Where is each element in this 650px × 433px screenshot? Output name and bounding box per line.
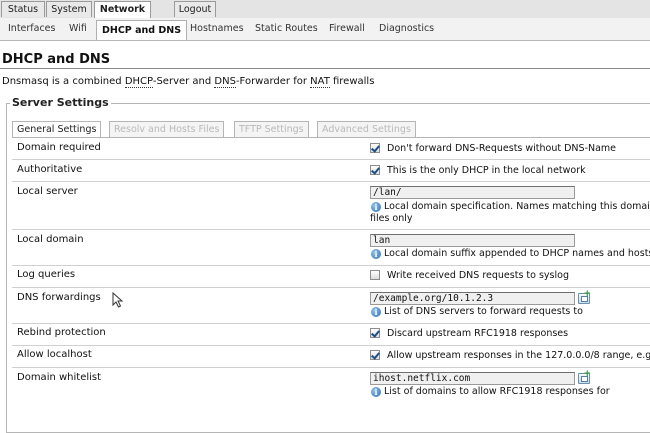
allow-localhost-checkbox[interactable]: [370, 350, 380, 360]
rebind-protection-description: Discard upstream RFC1918 responses: [387, 328, 569, 339]
section-tab-advanced-settings[interactable]: Advanced Settings: [317, 121, 416, 137]
domain-whitelist-label: Domain whitelist: [17, 372, 102, 383]
local-server-label: Local server: [17, 186, 78, 197]
sub-tab-firewall[interactable]: Firewall: [329, 23, 365, 35]
sub-tab-wifi[interactable]: Wifi: [69, 23, 87, 35]
allow-localhost-label: Allow localhost: [17, 349, 92, 360]
setting-row-local-domain: Local domain i Local domain suffix appen…: [12, 230, 650, 266]
top-tab-status[interactable]: Status: [1, 1, 45, 17]
domain-required-checkbox[interactable]: [370, 143, 380, 153]
rebind-protection-checkbox[interactable]: [370, 328, 380, 338]
local-domain-help: Local domain suffix appended to DHCP nam…: [384, 248, 650, 259]
top-tab-system[interactable]: System: [46, 1, 92, 17]
dns-forwardings-label: DNS forwardings: [17, 292, 101, 303]
desc-mid2: -Forwarder for: [235, 76, 311, 87]
sub-tab-hostnames[interactable]: Hostnames: [190, 23, 244, 35]
info-icon: i: [371, 387, 381, 397]
sub-tab-dhcp-and-dns[interactable]: DHCP and DNS: [96, 20, 188, 40]
domain-required-description: Don't forward DNS-Requests without DNS-N…: [387, 143, 617, 154]
dns-forwardings-input[interactable]: [370, 292, 575, 305]
desc-prefix: Dnsmasq is a combined: [2, 76, 125, 87]
setting-row-domain-required: Domain required Don't forward DNS-Reques…: [12, 138, 650, 160]
local-domain-input[interactable]: [370, 234, 575, 247]
top-tab-logout[interactable]: Logout: [174, 1, 216, 17]
sub-tab-static-routes[interactable]: Static Routes: [255, 23, 318, 35]
authoritative-label: Authoritative: [17, 164, 83, 175]
desc-dns-abbr: DNS: [214, 76, 236, 88]
info-icon: i: [371, 307, 381, 317]
info-icon: i: [371, 249, 381, 259]
page-description: Dnsmasq is a combined DHCP-Server and DN…: [2, 76, 375, 88]
setting-row-dns-forwardings: DNS forwardings i List of DNS servers to…: [12, 288, 650, 324]
desc-nat-abbr: NAT: [310, 76, 330, 88]
log-queries-description: Write received DNS requests to syslog: [387, 270, 569, 281]
section-tab-resolv-and-hosts-files[interactable]: Resolv and Hosts Files: [109, 121, 225, 137]
local-server-help-continued: files only: [370, 213, 413, 224]
allow-localhost-description: Allow upstream responses in the 127.0.0.…: [387, 350, 650, 361]
server-settings-legend: Server Settings: [10, 96, 111, 109]
top-tab-network[interactable]: Network: [94, 1, 151, 19]
local-domain-label: Local domain: [17, 234, 84, 245]
info-icon: i: [371, 202, 381, 212]
top-navigation: Status System Network Logout: [0, 0, 650, 19]
mouse-pointer-icon: [112, 292, 124, 308]
setting-row-log-queries: Log queries Write received DNS requests …: [12, 266, 650, 288]
dns-forwardings-help: List of DNS servers to forward requests …: [384, 306, 583, 317]
local-server-help: Local domain specification. Names matchi…: [384, 201, 650, 212]
setting-row-rebind-protection: Rebind protection Discard upstream RFC19…: [12, 324, 650, 346]
desc-dhcp-abbr: DHCP: [124, 76, 153, 88]
section-tab-general-settings[interactable]: General Settings: [12, 121, 102, 138]
section-tab-tftp-settings[interactable]: TFTP Settings: [234, 121, 309, 137]
authoritative-checkbox[interactable]: [370, 165, 380, 175]
rebind-protection-label: Rebind protection: [17, 327, 106, 338]
title-divider: [0, 68, 650, 69]
domain-whitelist-help: List of domains to allow RFC1918 respons…: [384, 386, 610, 397]
setting-row-allow-localhost: Allow localhost Allow upstream responses…: [12, 346, 650, 368]
setting-row-authoritative: Authoritative This is the only DHCP in t…: [12, 160, 650, 182]
domain-whitelist-input[interactable]: [370, 372, 575, 385]
page-title: DHCP and DNS: [2, 52, 111, 67]
sub-navigation: Interfaces Wifi DHCP and DNS Hostnames S…: [0, 18, 650, 41]
add-entry-icon[interactable]: [578, 289, 591, 304]
log-queries-label: Log queries: [17, 269, 76, 280]
domain-required-label: Domain required: [17, 142, 101, 153]
desc-suffix: firewalls: [329, 76, 375, 87]
log-queries-checkbox[interactable]: [370, 270, 380, 280]
sub-tab-diagnostics[interactable]: Diagnostics: [379, 23, 434, 35]
authoritative-description: This is the only DHCP in the local netwo…: [387, 165, 586, 176]
desc-mid1: -Server and: [152, 76, 215, 87]
setting-row-local-server: Local server i Local domain specificatio…: [12, 182, 650, 230]
setting-row-domain-whitelist: Domain whitelist i List of domains to al…: [12, 368, 650, 404]
add-entry-icon[interactable]: [578, 369, 591, 384]
local-server-input[interactable]: [370, 186, 575, 199]
sub-tab-interfaces[interactable]: Interfaces: [8, 23, 55, 35]
